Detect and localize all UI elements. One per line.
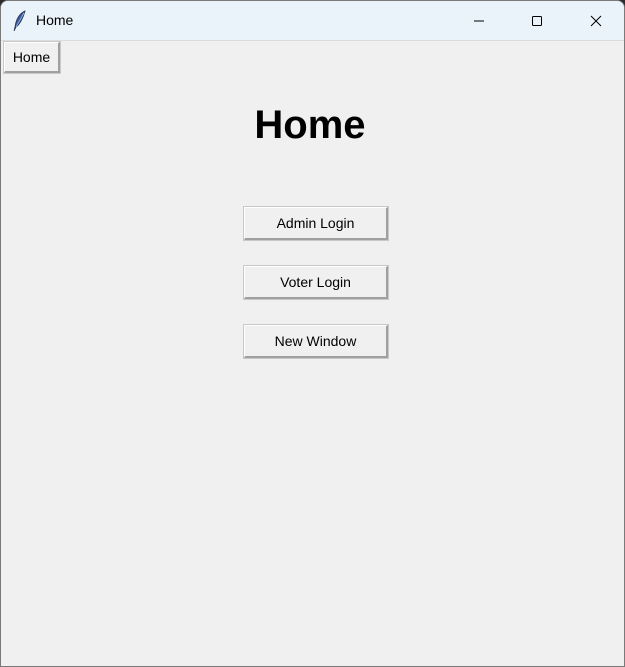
home-nav-button[interactable]: Home xyxy=(3,41,61,74)
voter-login-button[interactable]: Voter Login xyxy=(243,265,389,300)
app-window: Home Home Home Admin Login Voter Login N… xyxy=(0,0,625,667)
page-title: Home xyxy=(254,103,366,147)
window-content: Home Home Admin Login Voter Login New Wi… xyxy=(1,41,624,666)
close-button[interactable] xyxy=(567,1,624,41)
title-bar[interactable]: Home xyxy=(1,1,624,41)
maximize-button[interactable] xyxy=(508,1,566,41)
feather-icon xyxy=(11,10,29,32)
window-title: Home xyxy=(36,12,74,28)
admin-login-button[interactable]: Admin Login xyxy=(243,206,389,241)
minimize-button[interactable] xyxy=(450,1,508,41)
new-window-button[interactable]: New Window xyxy=(243,324,389,359)
